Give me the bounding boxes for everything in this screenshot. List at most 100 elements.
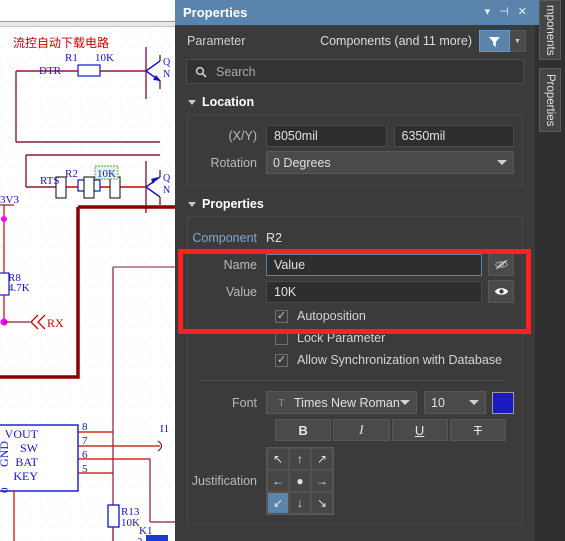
component-label: Component (192, 230, 257, 245)
value-label: Value (225, 284, 257, 299)
group-divider (200, 380, 504, 381)
label-q-lower: Q (163, 173, 171, 184)
underline-button[interactable]: U (391, 419, 448, 441)
chevron-down-icon (400, 400, 410, 405)
label-r2: R2 (65, 168, 78, 180)
autoposition-label: Autoposition (297, 309, 366, 323)
collapse-triangle-icon (188, 99, 196, 105)
label-r13-value: 10K (121, 517, 140, 529)
allow-sync-label: Allow Synchronization with Database (297, 353, 502, 367)
chevron-down-icon (497, 160, 507, 165)
label-q-upper: Q (163, 57, 171, 68)
font-row: Font T Times New Roman 10 (188, 389, 514, 416)
label-3v3: 3V3 (0, 194, 19, 206)
rotation-row: Rotation 0 Degrees (188, 149, 514, 176)
autoposition-row[interactable]: Autoposition (188, 305, 514, 327)
lock-parameter-label: Lock Parameter (297, 331, 386, 345)
justify-top-left[interactable]: ↖ (267, 448, 289, 470)
eye-visible-icon[interactable] (488, 280, 514, 303)
schematic-drawing: 流控自动下载电路 DTR R1 10K Q N RTS R2 10K Q N 3… (0, 27, 175, 541)
x-coordinate-input[interactable]: 8050mil (266, 124, 387, 147)
justify-bottom-left[interactable]: ↙ (267, 492, 289, 514)
lock-parameter-row[interactable]: Lock Parameter (188, 327, 514, 349)
y-coordinate-input[interactable]: 6350mil (393, 124, 514, 147)
justify-bottom-right[interactable]: ↘ (311, 492, 333, 514)
label-rts: RTS (40, 175, 60, 187)
parameter-filter-row: Parameter Components (and 11 more) ▼ (175, 25, 535, 57)
font-family-select[interactable]: T Times New Roman (266, 391, 417, 414)
label-n-lower: N (163, 185, 170, 196)
panel-title: Properties (183, 5, 248, 20)
search-box[interactable] (186, 59, 524, 84)
value-row: Value 10K (188, 278, 514, 305)
search-input[interactable] (214, 63, 515, 80)
parameter-label: Parameter (187, 34, 246, 48)
properties-group: Component R2 Name Value Value 10K ✓ Auto… (187, 216, 523, 525)
font-style-buttons: B I U T (188, 419, 514, 441)
font-label: Font (231, 395, 257, 410)
label-i1: I1 (160, 423, 169, 435)
tab-properties-label: Properties (544, 73, 556, 127)
label-vout: VOUT (5, 427, 39, 441)
xy-label: (X/Y) (228, 128, 257, 143)
autoposition-checkbox[interactable] (275, 309, 288, 323)
label-dtr: DTR (39, 65, 62, 77)
dropdown-icon[interactable]: ▾ (485, 7, 491, 18)
rotation-label: Rotation (210, 155, 257, 170)
panel-body: Parameter Components (and 11 more) ▼ Sea… (175, 25, 535, 541)
justify-bottom-center[interactable]: ↓ (289, 492, 311, 514)
allow-sync-row[interactable]: Allow Synchronization with Database (188, 349, 514, 371)
justify-top-right[interactable]: ↗ (311, 448, 333, 470)
name-input[interactable]: Value (266, 253, 482, 276)
italic-button[interactable]: I (333, 419, 390, 441)
label-pin0: 0 (0, 487, 11, 493)
justify-top-center[interactable]: ↑ (289, 448, 311, 470)
component-value: R2 (266, 230, 282, 245)
font-size-select[interactable]: 10 (424, 391, 486, 414)
rotation-select[interactable]: 0 Degrees (266, 151, 514, 174)
tab-components[interactable]: mponents (539, 0, 561, 60)
panel-titlebar[interactable]: Properties ▾ ⊣ ✕ (175, 0, 535, 25)
properties-section-header[interactable]: Properties (175, 186, 535, 216)
collapse-triangle-icon (188, 201, 196, 207)
label-pin8: 8 (82, 421, 88, 433)
chevron-down-icon[interactable]: ▼ (510, 30, 526, 52)
justify-middle-left[interactable]: ← (267, 470, 289, 492)
strikethrough-button[interactable]: T (449, 419, 506, 441)
bold-button[interactable]: B (275, 419, 332, 441)
filter-funnel-icon[interactable] (479, 30, 510, 52)
eye-hidden-icon[interactable] (488, 253, 514, 276)
parameter-scope-value: Components (and 11 more) (320, 34, 472, 48)
lock-parameter-checkbox[interactable] (275, 331, 288, 345)
label-sw: SW (20, 441, 39, 455)
eye-slash-glyph (494, 259, 508, 270)
right-tab-strip: mponents Properties (535, 0, 565, 541)
tab-properties[interactable]: Properties (539, 68, 561, 132)
font-family-value: Times New Roman (294, 395, 400, 410)
pin-icon[interactable]: ⊣ (499, 7, 509, 18)
search-wrapper (175, 57, 535, 84)
name-row: Name Value (188, 251, 514, 278)
schematic-title-text: 流控自动下载电路 (13, 35, 109, 50)
close-icon[interactable]: ✕ (518, 7, 527, 18)
label-r8-value: 4.7K (8, 282, 30, 294)
schematic-canvas[interactable]: 流控自动下载电路 DTR R1 10K Q N RTS R2 10K Q N 3… (0, 0, 175, 541)
chevron-down-icon (469, 400, 479, 405)
search-icon (195, 66, 207, 78)
magnifier-glyph (195, 66, 207, 78)
font-color-swatch[interactable] (492, 391, 514, 414)
justify-middle-center[interactable]: ● (289, 470, 311, 492)
allow-sync-checkbox[interactable] (275, 353, 288, 367)
label-n-upper: N (163, 69, 170, 80)
justification-label: Justification (191, 474, 257, 488)
xy-row: (X/Y) 8050mil 6350mil (188, 122, 514, 149)
font-size-value: 10 (431, 395, 445, 410)
value-input[interactable]: 10K (266, 280, 482, 303)
label-k1-pin: 2 (137, 536, 143, 541)
name-label: Name (223, 257, 257, 272)
rotation-value: 0 Degrees (273, 155, 331, 170)
label-r2-value: 10K (97, 168, 116, 180)
canvas-top-strip (0, 0, 175, 22)
justify-middle-right[interactable]: → (311, 470, 333, 492)
location-section-header[interactable]: Location (175, 84, 535, 114)
